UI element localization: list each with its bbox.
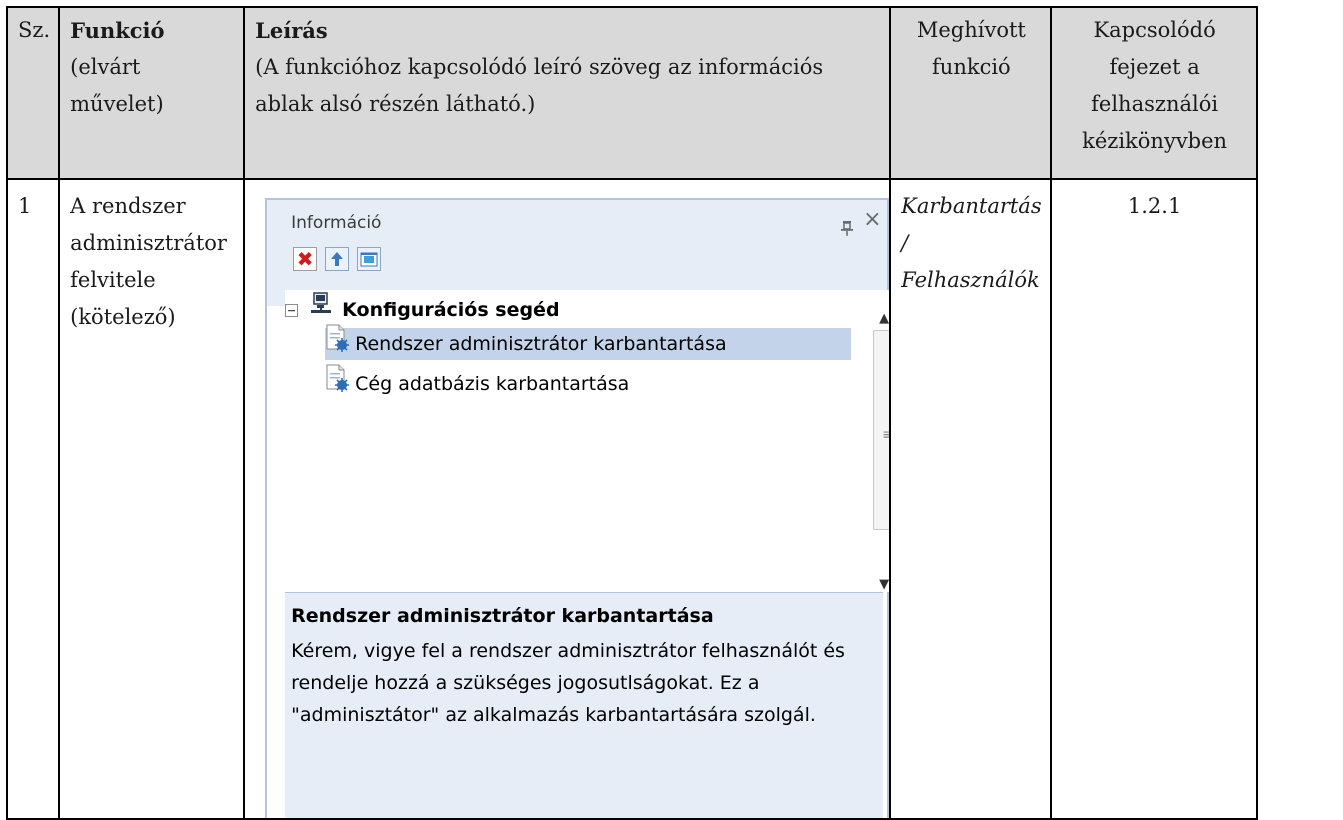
scroll-grip-icon: ≡ — [882, 417, 888, 454]
header-funkcio-title: Funkció — [70, 18, 165, 43]
close-icon[interactable]: × — [863, 209, 881, 231]
called-function-line1: Karbantartás / — [901, 194, 1042, 255]
tree-view: − Konfigurációs segéd Rendszer adminiszt… — [285, 290, 889, 592]
dock-window-icon[interactable] — [357, 247, 382, 271]
panel-toolbar: ✖ — [293, 247, 382, 271]
tree-item-label: Rendszer adminisztrátor karbantartása — [355, 332, 727, 355]
collapse-icon[interactable]: − — [285, 303, 299, 317]
cell-fejezet: 1.2.1 — [1049, 178, 1258, 820]
table-row: 1 A rendszer adminisztrátor felvitele (k… — [5, 178, 1258, 820]
header-leiras-title: Leírás — [255, 18, 328, 43]
vertical-scrollbar[interactable]: ▲ ≡ ▼ — [871, 290, 889, 592]
tree-item-ceg-adatbazis[interactable]: Cég adatbázis karbantartása — [325, 364, 630, 400]
description-text: Kérem, vigye fel a rendszer adminisztrát… — [291, 640, 845, 726]
pin-icon[interactable] — [840, 212, 854, 249]
header-leiras: Leírás (A funkcióhoz kapcsolódó leíró sz… — [243, 6, 892, 180]
tree-root[interactable]: − Konfigurációs segéd — [285, 291, 560, 326]
scroll-thumb[interactable]: ≡ — [873, 330, 889, 530]
cell-sz: 1 — [5, 178, 61, 820]
header-leiras-sub: (A funkcióhoz kapcsolódó leíró szöveg az… — [255, 55, 824, 116]
tree-item-rendszer-adminisztrator[interactable]: Rendszer adminisztrátor karbantartása — [325, 324, 852, 360]
function-table: Sz. Funkció (elvárt művelet) Leírás (A f… — [5, 6, 1258, 820]
delete-icon[interactable]: ✖ — [293, 247, 318, 271]
header-row: Sz. Funkció (elvárt művelet) Leírás (A f… — [5, 6, 1258, 180]
document-settings-icon — [325, 324, 355, 365]
called-function-line2: Felhasználók — [901, 268, 1040, 292]
information-panel: Információ × ✖ − Konfigurációs segéd Ren… — [265, 198, 889, 817]
header-funkcio: Funkció (elvárt művelet) — [58, 6, 246, 180]
cell-leiras: Információ × ✖ − Konfigurációs segéd Ren… — [243, 178, 892, 820]
document-settings-icon — [325, 364, 355, 405]
navigate-up-icon[interactable] — [325, 247, 350, 271]
header-kapcsolodo: Kapcsolódó fejezet a felhasználói kézikö… — [1049, 6, 1258, 180]
header-meghivott: Meghívott funkció — [889, 6, 1052, 180]
tree-root-label: Konfigurációs segéd — [342, 298, 560, 321]
header-funkcio-sub: (elvárt művelet) — [70, 55, 164, 116]
description-area: Rendszer adminisztrátor karbantartása Ké… — [285, 592, 884, 817]
panel-title: Információ — [291, 213, 382, 233]
tree-item-label: Cég adatbázis karbantartása — [355, 372, 630, 395]
description-title: Rendszer adminisztrátor karbantartása — [291, 605, 714, 627]
header-sz: Sz. — [5, 6, 61, 180]
cell-meghivott: Karbantartás / Felhasználók — [889, 178, 1052, 820]
cell-funkcio: A rendszer adminisztrátor felvitele (köt… — [58, 178, 246, 820]
